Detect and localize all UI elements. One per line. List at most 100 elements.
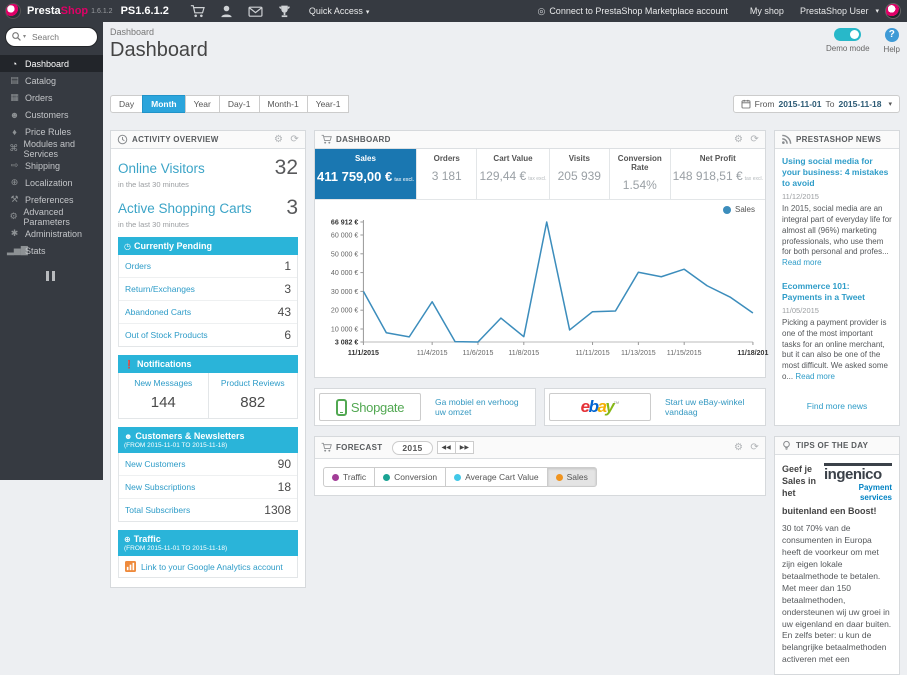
settings-gear-icon[interactable]: ⚙ <box>274 134 283 145</box>
cart-icon[interactable] <box>190 4 205 19</box>
pending-row-returns[interactable]: Return/Exchanges 3 <box>119 277 297 300</box>
news-date: 11/05/2015 <box>782 306 819 316</box>
chevron-down-icon: ▾ <box>888 101 892 108</box>
range-button-month-1[interactable]: Month-1 <box>258 95 308 113</box>
ebay-link[interactable]: Start uw eBay-winkel vandaag <box>665 397 761 417</box>
svg-text:11/1/2015: 11/1/2015 <box>348 350 379 357</box>
chart-legend: Sales <box>315 200 765 214</box>
demo-mode-toggle[interactable] <box>834 28 862 41</box>
sidebar: ▾ ◔Dashboard ▤Catalog ▦Orders ☻Customers… <box>0 22 103 480</box>
kpi-tab-orders[interactable]: Orders 3 181 <box>417 149 478 199</box>
sidebar-item-price-rules[interactable]: ♦ Price Rules <box>0 123 103 140</box>
search-scope-chevron-icon[interactable]: ▾ <box>23 33 26 40</box>
brand-version: 1.6.1.2 <box>91 7 113 15</box>
rss-icon <box>781 134 792 145</box>
pending-row-abandoned-carts[interactable]: Abandoned Carts 43 <box>119 300 297 323</box>
svg-text:20 000 €: 20 000 € <box>331 308 359 315</box>
toggle-average-cart-value[interactable]: Average Cart Value <box>445 467 548 487</box>
page-title: Dashboard <box>110 39 208 61</box>
user-menu[interactable]: PrestaShop User ▾ <box>800 6 879 16</box>
ebay-logo: ebay™ <box>549 393 651 421</box>
previous-year-button[interactable]: ◀◀ <box>436 441 456 454</box>
toggle-traffic[interactable]: Traffic <box>323 467 376 487</box>
pending-row-out-of-stock[interactable]: Out of Stock Products 6 <box>119 323 297 346</box>
cart-icon <box>321 442 332 453</box>
messages-icon[interactable] <box>248 4 263 19</box>
find-more-news-link[interactable]: Find more news <box>782 395 892 421</box>
kpi-tab-sales[interactable]: Sales 411 759,00 € tax excl. <box>315 149 417 199</box>
kpi-tab-conversion-rate[interactable]: Conversion Rate 1.54% <box>610 149 671 199</box>
help-control: ? Help <box>884 28 900 54</box>
sidebar-item-shipping[interactable]: ⇨ Shipping <box>0 157 103 174</box>
sidebar-item-advanced-parameters[interactable]: ⚙ Advanced Parameters <box>0 207 103 227</box>
range-button-year[interactable]: Year <box>184 95 220 113</box>
customers-row-total-subscribers[interactable]: Total Subscribers 1308 <box>119 498 297 521</box>
settings-gear-icon[interactable]: ⚙ <box>734 134 743 145</box>
help-icon[interactable]: ? <box>884 28 899 42</box>
sidebar-item-localization[interactable]: ⊕ Localization <box>0 174 103 191</box>
sidebar-item-dashboard[interactable]: ◔ Dashboard <box>0 55 103 72</box>
svg-text:40 000 €: 40 000 € <box>331 270 359 277</box>
sidebar-collapse-button[interactable] <box>45 271 58 281</box>
new-messages-stat[interactable]: New Messages 144 <box>119 373 209 418</box>
sidebar-item-administration[interactable]: ✱ Administration <box>0 225 103 242</box>
range-button-month[interactable]: Month <box>142 95 186 113</box>
product-reviews-stat[interactable]: Product Reviews 882 <box>209 373 298 418</box>
refresh-icon[interactable]: ⟳ <box>290 134 299 145</box>
forecast-year[interactable]: 2015 <box>392 440 433 455</box>
svg-text:11/8/2015: 11/8/2015 <box>508 350 539 357</box>
range-button-year-1[interactable]: Year-1 <box>306 95 350 113</box>
quick-access-menu[interactable]: Quick Access ▾ <box>309 6 370 16</box>
news-title-link[interactable]: Using social media for your business: 4 … <box>782 156 892 189</box>
customers-row-new-customers[interactable]: New Customers 90 <box>119 453 297 475</box>
svg-text:66 912 €: 66 912 € <box>331 220 359 227</box>
dashboard-panel: DASHBOARD ⚙ ⟳ Sales 411 759,00 € tax excl. … <box>314 130 769 378</box>
tips-of-the-day-panel: TIPS OF THE DAY ingenico Payment services… <box>774 435 900 675</box>
trophy-icon[interactable] <box>277 4 292 19</box>
shopgate-banner[interactable]: Shopgate Ga mobiel en verhoog uw omzet <box>314 388 536 426</box>
customers-row-new-subscriptions[interactable]: New Subscriptions 18 <box>119 475 297 498</box>
news-title-link[interactable]: Ecommerce 101: Payments in a Tweet <box>782 281 892 303</box>
my-shop-link[interactable]: My shop <box>750 6 784 16</box>
sidebar-item-stats[interactable]: ▂▅▇ Stats <box>0 242 103 259</box>
avatar[interactable] <box>885 3 901 19</box>
marketplace-link[interactable]: ◎ Connect to PrestaShop Marketplace accou… <box>537 6 727 17</box>
exclamation-icon: ❗ <box>124 360 134 369</box>
online-visitors-stat[interactable]: Online Visitors 32 <box>118 156 298 180</box>
ebay-banner[interactable]: ebay™ Start uw eBay-winkel vandaag <box>544 388 766 426</box>
panel-title: FORECAST <box>336 443 383 452</box>
settings-gear-icon[interactable]: ⚙ <box>734 442 743 453</box>
toggle-conversion[interactable]: Conversion <box>374 467 447 487</box>
read-more-link[interactable]: Read more <box>782 258 822 267</box>
top-bar: PrestaShop 1.6.1.2 PS1.6.1.2 Quick Acces… <box>0 0 907 22</box>
kpi-tab-cart-value[interactable]: Cart Value 129,44 € tax excl. <box>477 149 550 199</box>
sidebar-item-catalog[interactable]: ▤ Catalog <box>0 72 103 89</box>
sidebar-item-orders[interactable]: ▦ Orders <box>0 89 103 106</box>
orders-icon: ▦ <box>10 92 19 102</box>
sidebar-item-customers[interactable]: ☻ Customers <box>0 106 103 123</box>
demo-mode-control: Demo mode <box>826 28 870 53</box>
toggle-sales[interactable]: Sales <box>546 467 597 487</box>
date-range-picker[interactable]: From 2015-11-01 To 2015-11-18 ▾ <box>732 95 900 113</box>
demo-mode-label: Demo mode <box>825 44 870 53</box>
range-button-day-1[interactable]: Day-1 <box>218 95 260 113</box>
next-year-button[interactable]: ▶▶ <box>454 441 474 454</box>
range-button-day[interactable]: Day <box>110 95 144 113</box>
refresh-icon[interactable]: ⟳ <box>750 442 759 453</box>
active-carts-stat[interactable]: Active Shopping Carts 3 <box>118 196 298 220</box>
svg-text:11/18/201: 11/18/201 <box>737 350 768 357</box>
read-more-link[interactable]: Read more <box>795 372 835 381</box>
news-date: 11/12/2015 <box>782 192 819 202</box>
customers-notification-icon[interactable] <box>219 4 234 19</box>
kpi-tab-visits[interactable]: Visits 205 939 <box>550 149 611 199</box>
refresh-icon[interactable]: ⟳ <box>750 134 759 145</box>
sidebar-item-preferences[interactable]: ⚒ Preferences <box>0 191 103 208</box>
clock-icon: ◷ <box>124 242 131 251</box>
svg-text:60 000 €: 60 000 € <box>331 233 359 240</box>
shopgate-link[interactable]: Ga mobiel en verhoog uw omzet <box>435 397 531 417</box>
svg-text:10 000 €: 10 000 € <box>331 327 359 334</box>
google-analytics-link[interactable]: Link to your Google Analytics account <box>118 556 298 578</box>
sidebar-item-modules[interactable]: ⌘ Modules and Services <box>0 139 103 159</box>
pending-row-orders[interactable]: Orders 1 <box>119 255 297 277</box>
kpi-tab-net-profit[interactable]: Net Profit 148 918,51 € tax excl. <box>671 149 765 199</box>
